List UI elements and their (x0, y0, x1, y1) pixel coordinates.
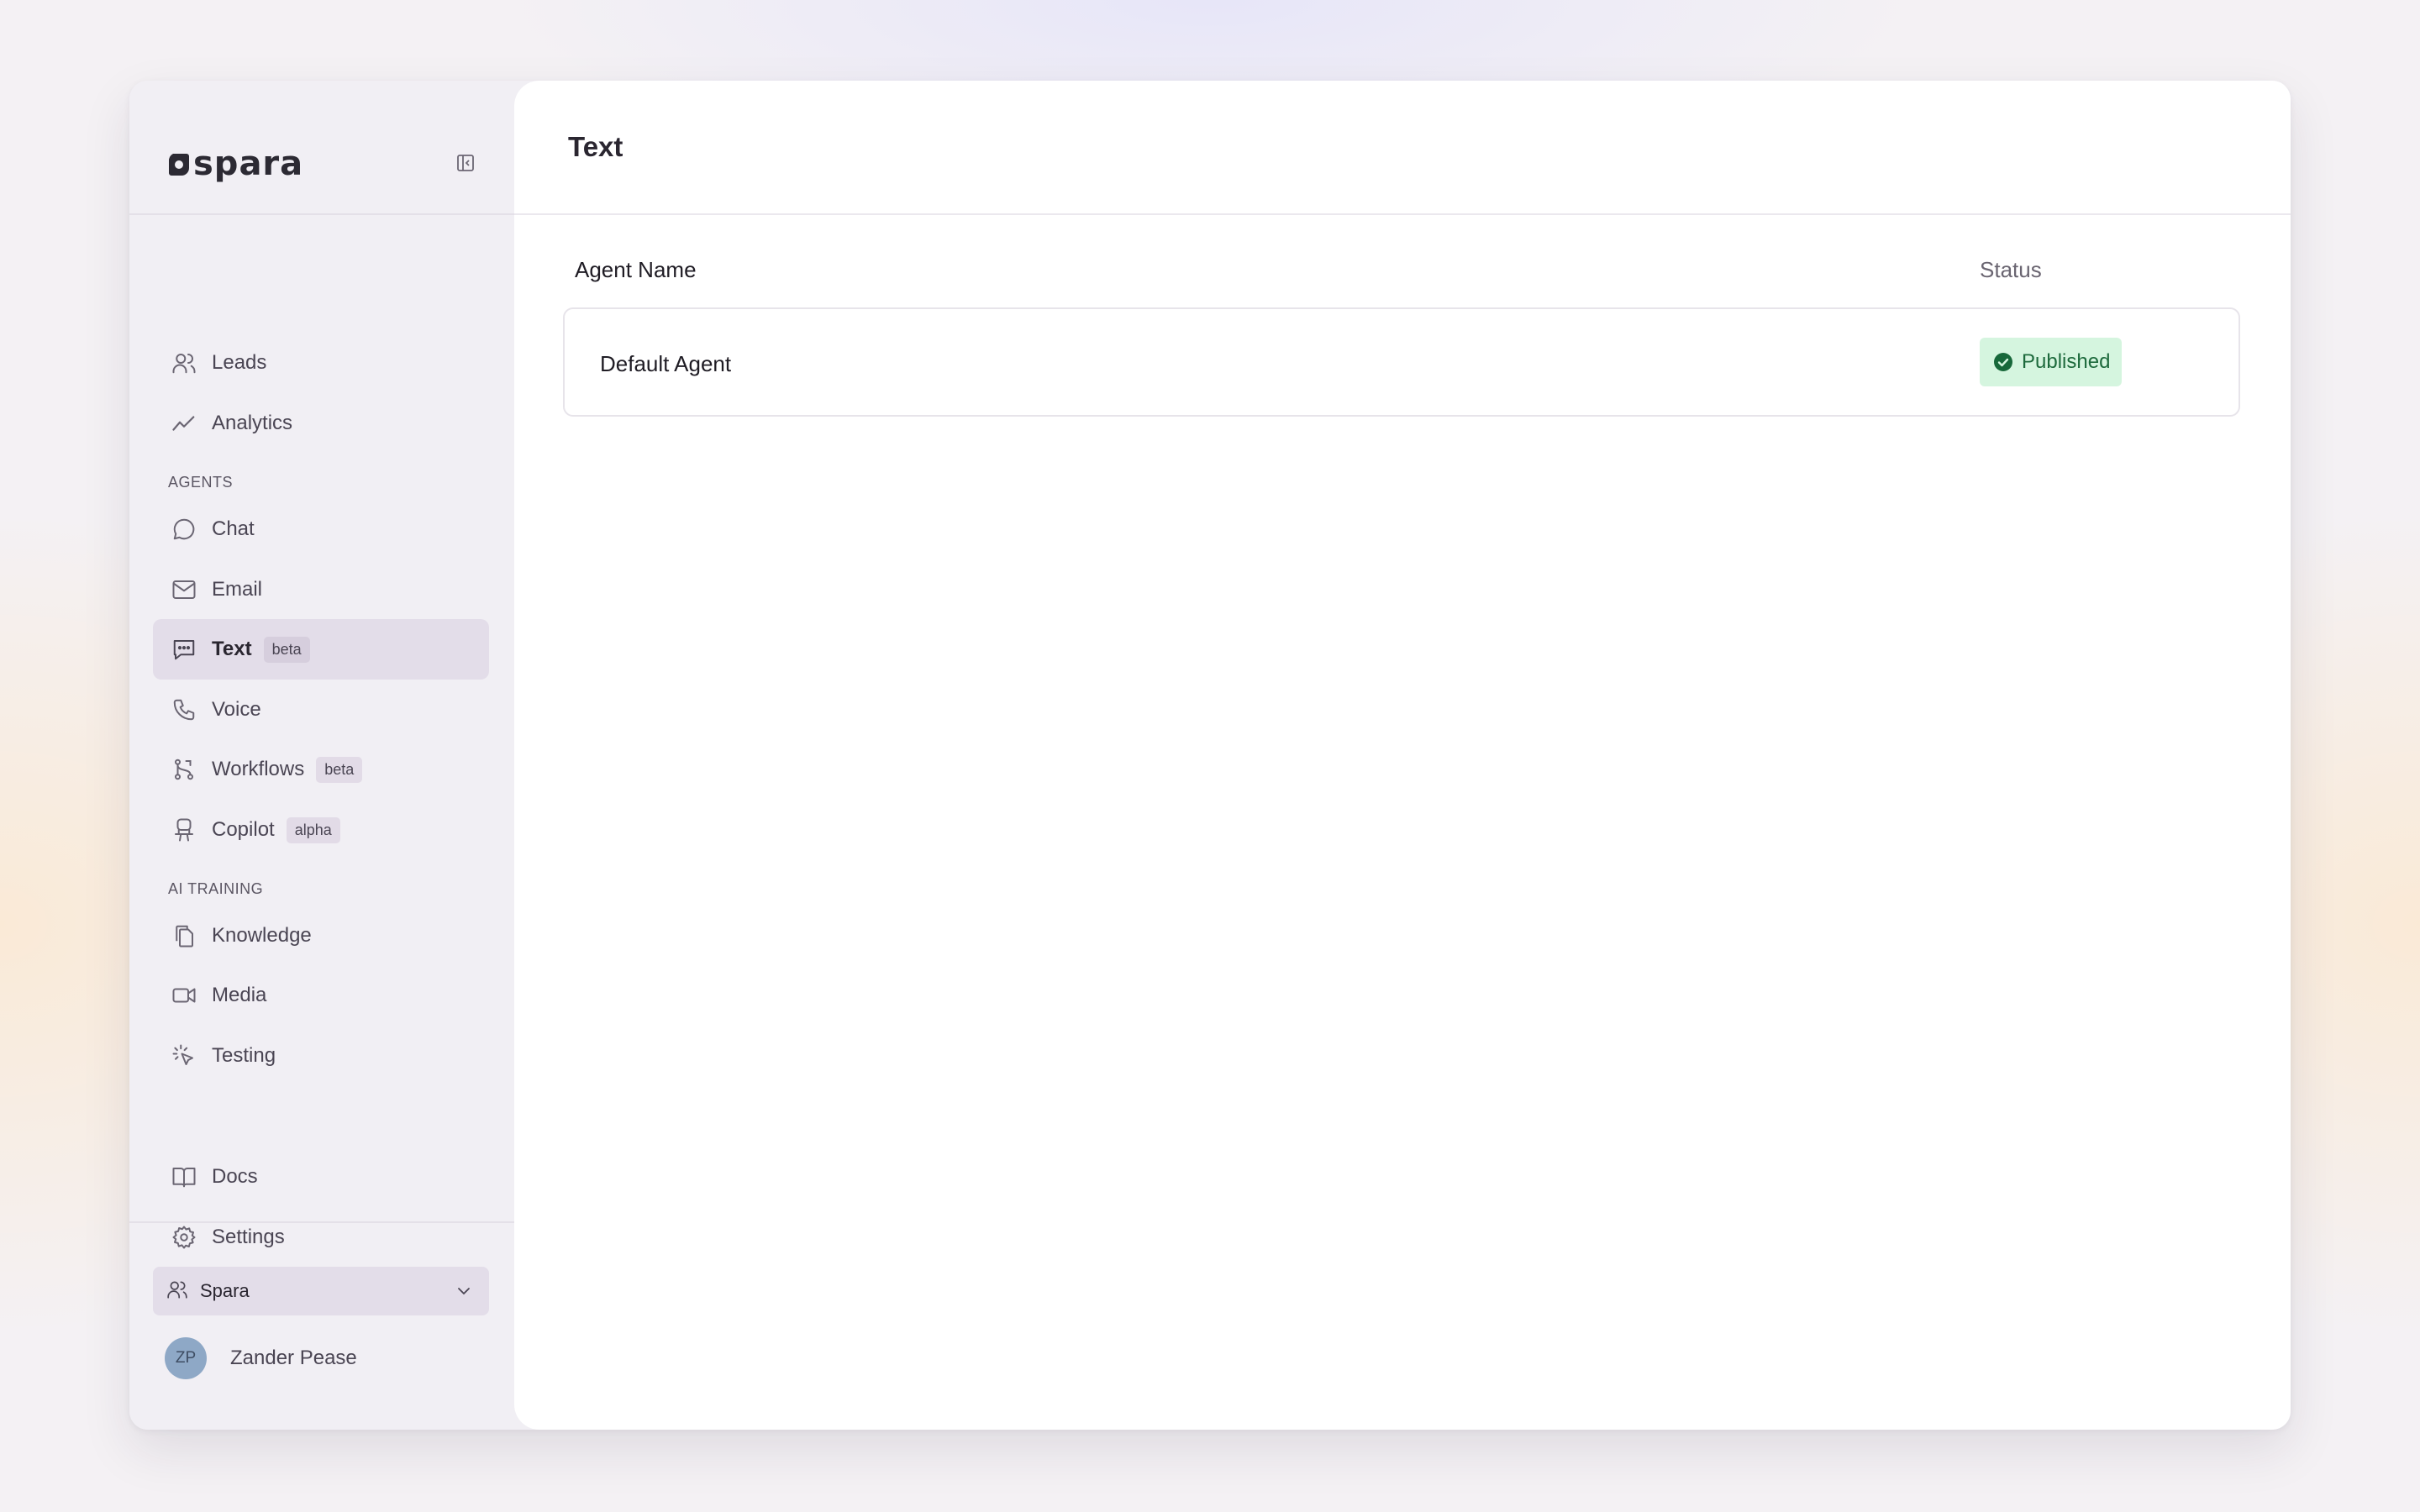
users-icon (166, 1278, 188, 1305)
beta-badge: beta (316, 756, 363, 783)
section-label-ai-training: AI TRAINING (168, 880, 264, 897)
sidebar-item-label: Knowledge (212, 924, 312, 947)
beta-badge: beta (263, 636, 310, 663)
table-header: Agent Name Status (514, 257, 2291, 291)
sidebar-item-chat[interactable]: Chat (153, 499, 489, 559)
workspace-switcher[interactable]: Spara (153, 1267, 489, 1315)
sidebar-item-label: Text (212, 638, 252, 660)
brand-logo[interactable]: spara (168, 144, 303, 183)
page-title: Text (568, 131, 623, 162)
workspace-name: Spara (200, 1280, 250, 1301)
copilot-icon (170, 816, 198, 844)
trend-icon (170, 409, 198, 438)
sidebar-item-label: Workflows (212, 758, 305, 780)
sidebar-collapse-icon (457, 155, 474, 171)
sidebar-item-docs[interactable]: Docs (153, 1147, 489, 1207)
user-profile[interactable]: ZP Zander Pease (165, 1337, 357, 1379)
sidebar: spara Leads Analytics AGENTS Chat Email … (129, 81, 514, 1430)
git-branch-icon (170, 755, 198, 784)
status-badge: Published (1980, 338, 2123, 386)
column-header-status: Status (1980, 257, 2042, 282)
sidebar-item-text[interactable]: Text beta (153, 619, 489, 680)
spara-logo-icon (168, 154, 189, 176)
sms-icon (170, 635, 198, 664)
section-label-agents: AGENTS (168, 474, 234, 491)
chat-bubble-icon (170, 515, 198, 543)
sidebar-item-label: Testing (212, 1044, 276, 1067)
main-header: Text (514, 81, 2291, 215)
sidebar-item-label: Docs (212, 1165, 258, 1188)
main-panel: Text Agent Name Status Default Agent Pub… (514, 81, 2291, 1430)
files-icon (170, 921, 198, 950)
collapse-sidebar-button[interactable] (454, 151, 477, 175)
brand-name: spara (193, 144, 304, 183)
mail-icon (170, 575, 198, 604)
phone-icon (170, 696, 198, 724)
table-row[interactable]: Default Agent Published (563, 307, 2240, 417)
alpha-badge: alpha (286, 816, 340, 843)
chevron-down-icon (454, 1281, 474, 1305)
status-label: Published (2022, 350, 2111, 373)
click-icon (170, 1042, 198, 1070)
sidebar-header: spara (129, 81, 514, 215)
sidebar-item-leads[interactable]: Leads (153, 333, 489, 393)
sidebar-item-label: Email (212, 578, 263, 601)
book-icon (170, 1163, 198, 1191)
sidebar-item-media[interactable]: Media (153, 965, 489, 1026)
sidebar-item-knowledge[interactable]: Knowledge (153, 906, 489, 966)
sidebar-item-label: Leads (212, 351, 267, 374)
sidebar-item-voice[interactable]: Voice (153, 680, 489, 740)
sidebar-footer: Spara ZP Zander Pease (129, 1221, 514, 1430)
sidebar-item-workflows[interactable]: Workflows beta (153, 739, 489, 800)
sidebar-item-label: Analytics (212, 412, 293, 434)
sidebar-item-label: Voice (212, 698, 261, 721)
avatar: ZP (165, 1337, 207, 1379)
agent-name: Default Agent (600, 351, 732, 376)
sidebar-item-email[interactable]: Email (153, 559, 489, 620)
user-name: Zander Pease (230, 1347, 357, 1369)
sidebar-item-label: Media (212, 984, 267, 1006)
app-window: spara Leads Analytics AGENTS Chat Email … (129, 81, 2291, 1430)
column-header-agent-name: Agent Name (575, 257, 697, 282)
users-icon (170, 349, 198, 377)
check-circle-icon (1994, 353, 2012, 371)
video-icon (170, 981, 198, 1010)
sidebar-item-label: Chat (212, 517, 255, 540)
sidebar-item-copilot[interactable]: Copilot alpha (153, 800, 489, 860)
sidebar-item-label: Copilot (212, 818, 275, 841)
sidebar-item-testing[interactable]: Testing (153, 1026, 489, 1086)
sidebar-item-analytics[interactable]: Analytics (153, 393, 489, 454)
